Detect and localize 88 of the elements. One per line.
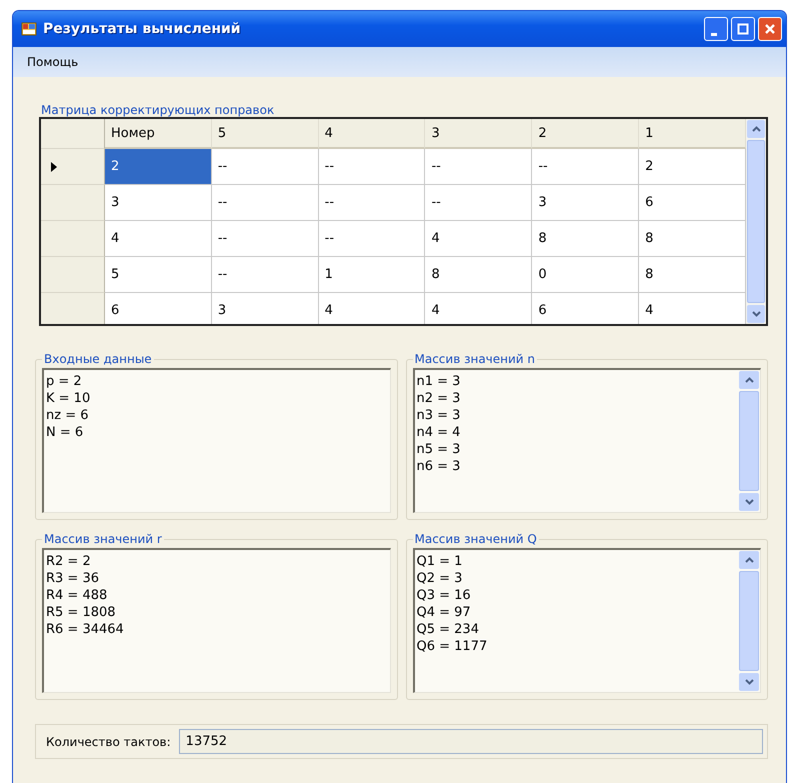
text-area[interactable]: n1 = 3 n2 = 3 n3 = 3 n4 = 4 n5 = 3 n6 = 3: [412, 368, 761, 513]
table-cell[interactable]: 3: [212, 293, 319, 324]
scroll-down-icon: [752, 311, 760, 317]
table-cell[interactable]: --: [212, 149, 319, 185]
app-icon: [21, 21, 37, 37]
text-line: Q3 = 16: [416, 587, 472, 604]
window-title: Результаты вычислений: [43, 21, 242, 37]
table-cell[interactable]: --: [532, 149, 640, 185]
column-header[interactable]: 1: [639, 119, 746, 149]
text-line: Q6 = 1177: [416, 638, 488, 655]
text-line: n5 = 3: [416, 441, 462, 458]
column-header[interactable]: 4: [318, 119, 426, 149]
text-line: n6 = 3: [416, 458, 462, 475]
close-icon: [764, 23, 776, 35]
text-line: K = 10: [46, 390, 92, 407]
table-cell[interactable]: --: [425, 149, 532, 185]
scroll-down-icon: [744, 679, 754, 685]
table-cell[interactable]: 5: [105, 257, 212, 293]
table-cell[interactable]: 3: [105, 185, 212, 221]
scroll-down-icon: [744, 499, 754, 505]
table-cell[interactable]: 8: [532, 221, 640, 257]
row-header[interactable]: [41, 221, 105, 257]
row-header[interactable]: [41, 293, 105, 324]
menu-item[interactable]: Помощь: [21, 53, 84, 71]
table-cell[interactable]: 4: [105, 221, 212, 257]
maximize-button[interactable]: [731, 17, 755, 41]
scrollbar[interactable]: [746, 119, 766, 324]
table-cell[interactable]: 0: [532, 257, 640, 293]
group-title: Массив значений n: [414, 352, 536, 366]
table-cell[interactable]: --: [318, 221, 426, 257]
table-cell[interactable]: --: [212, 185, 319, 221]
text-line: R5 = 1808: [46, 604, 117, 621]
minimize-button[interactable]: [704, 17, 728, 41]
text-line: R3 = 36: [46, 570, 100, 587]
text-line: n3 = 3: [416, 407, 462, 424]
table-cell[interactable]: --: [212, 221, 319, 257]
table-cell[interactable]: --: [318, 149, 426, 185]
group-title: Матрица корректирующих поправок: [40, 103, 276, 117]
row-header[interactable]: [41, 257, 105, 293]
table-cell[interactable]: 6: [105, 293, 212, 324]
header-corner: [41, 119, 105, 149]
text-area[interactable]: R2 = 2 R3 = 36 R4 = 488 R5 = 1808 R6 = 34464: [42, 548, 390, 693]
table-cell[interactable]: 6: [532, 293, 640, 324]
table-cell[interactable]: 1: [318, 257, 426, 293]
text-area[interactable]: p = 2 K = 10 nz = 6 N = 6: [42, 368, 390, 513]
text-line: Q2 = 3: [416, 570, 464, 587]
minimize-icon: [711, 32, 717, 36]
text-line: N = 6: [46, 424, 84, 441]
table-cell[interactable]: --: [212, 257, 319, 293]
text-line: n4 = 4: [416, 424, 462, 441]
maximize-icon: [737, 23, 749, 35]
text-line: n2 = 3: [416, 390, 462, 407]
text-area[interactable]: Q1 = 1 Q2 = 3 Q3 = 16 Q4 = 97 Q5 = 234 Q6 = 1177: [412, 548, 761, 693]
column-header[interactable]: Номер: [105, 119, 212, 149]
table-cell[interactable]: 2: [105, 149, 212, 185]
scroll-up-icon: [744, 377, 754, 383]
field-label: Количество тактов:: [45, 734, 171, 748]
table-cell[interactable]: 4: [425, 221, 532, 257]
table-cell[interactable]: 8: [425, 257, 532, 293]
scroll-up-icon: [744, 557, 754, 563]
table-cell[interactable]: 4: [425, 293, 532, 324]
column-header[interactable]: 3: [425, 119, 532, 149]
text-line: R4 = 488: [46, 587, 108, 604]
close-button[interactable]: [758, 17, 782, 41]
table-cell[interactable]: 3: [532, 185, 640, 221]
row-header[interactable]: [41, 185, 105, 221]
text-line: Q1 = 1: [416, 553, 464, 570]
table-cell[interactable]: --: [318, 185, 426, 221]
scrollbar[interactable]: [738, 550, 760, 692]
text-line: n1 = 3: [416, 373, 462, 390]
table-cell[interactable]: --: [425, 185, 532, 221]
current-row-icon: [51, 162, 57, 172]
text-line: R2 = 2: [46, 553, 92, 570]
column-header[interactable]: 5: [212, 119, 319, 149]
text-line: p = 2: [46, 373, 83, 390]
column-header[interactable]: 2: [532, 119, 640, 149]
text-line: R6 = 34464: [46, 621, 125, 638]
table-cell[interactable]: 4: [318, 293, 426, 324]
group-title: Массив значений Q: [414, 532, 538, 546]
row-header[interactable]: [41, 149, 105, 185]
scroll-up-icon: [752, 126, 760, 132]
scrollbar[interactable]: [738, 370, 760, 512]
text-line: Q4 = 97: [416, 604, 472, 621]
text-line: nz = 6: [46, 407, 90, 424]
value-field[interactable]: 13752: [178, 729, 763, 754]
group-title: Массив значений r: [43, 532, 163, 546]
text-line: Q5 = 234: [416, 621, 480, 638]
group-title: Входные данные: [43, 352, 153, 366]
